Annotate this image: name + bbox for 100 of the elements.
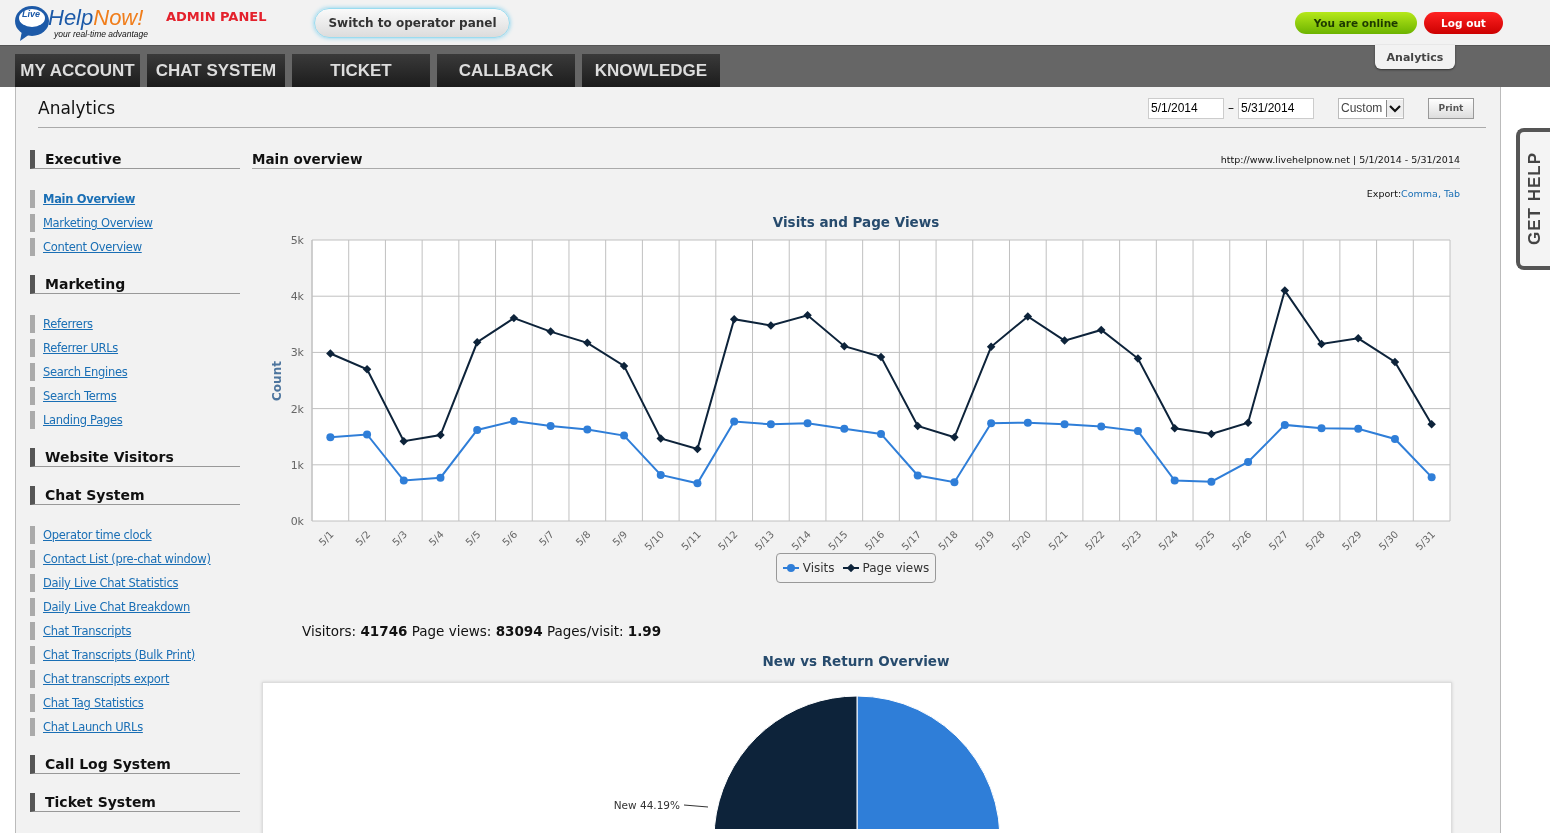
y-tick-label: 5k (290, 234, 304, 247)
logo-bubble-text: Live (22, 9, 40, 19)
data-point (986, 342, 996, 351)
slice-label: New 44.19% (613, 799, 680, 811)
logo-text: Now! (93, 6, 144, 29)
data-point (1317, 424, 1326, 433)
data-point (729, 315, 739, 324)
nav-tab[interactable]: KNOWLEDGE (582, 54, 720, 87)
sidebar-link[interactable]: Chat transcripts export (30, 670, 240, 688)
sidebar-link[interactable]: Daily Live Chat Statistics (30, 574, 240, 592)
data-point (766, 420, 775, 429)
date-from-field[interactable]: 5/1/2014 (1148, 97, 1224, 119)
x-tick-label: 5/8 (573, 528, 593, 548)
data-point (803, 311, 812, 320)
get-help-tab[interactable]: GET HELP (1516, 128, 1550, 270)
section-heading: Call Log System (30, 755, 240, 774)
data-point (1427, 420, 1436, 429)
logo-tagline: your real-time advantage (54, 28, 149, 39)
y-axis-title: Count (270, 361, 284, 401)
section-heading: Chat System (30, 486, 240, 505)
data-point (1170, 424, 1179, 433)
data-point (1170, 476, 1179, 485)
sidebar-link[interactable]: Chat Tag Statistics (30, 694, 240, 712)
data-point (840, 424, 849, 433)
data-point (877, 429, 885, 438)
x-tick-label: 5/9 (610, 528, 630, 548)
data-point (656, 434, 665, 443)
sidebar-link[interactable]: Referrer URLs (30, 339, 240, 357)
data-point (620, 431, 629, 440)
sidebar-link[interactable]: Operator time clock (30, 526, 240, 544)
date-to-field[interactable]: 5/31/2014 (1238, 97, 1314, 119)
data-point (436, 430, 445, 440)
nav-tab[interactable]: CHAT SYSTEM (147, 54, 285, 87)
y-tick-label: 3k (290, 346, 304, 360)
data-point (473, 425, 482, 434)
x-tick-label: 5/6 (500, 528, 520, 548)
sidebar-link[interactable]: Chat Transcripts (Bulk Print) (30, 646, 240, 664)
data-point (1023, 418, 1032, 427)
data-point (840, 342, 849, 351)
data-point (583, 425, 592, 434)
export-separator: , (1437, 188, 1441, 200)
sidebar-link[interactable]: Marketing Overview (30, 214, 240, 232)
data-point (326, 433, 335, 442)
data-point (509, 416, 518, 425)
export-link[interactable]: Comma (1401, 188, 1438, 200)
logout-button[interactable]: Log out (1424, 11, 1503, 34)
data-point (1280, 286, 1290, 295)
data-point (1427, 473, 1436, 482)
data-point (436, 473, 445, 482)
data-point (766, 321, 776, 330)
range-select[interactable]: Custom (1338, 97, 1404, 119)
print-button[interactable]: Print (1428, 97, 1474, 119)
sidebar-link[interactable]: Search Terms (30, 387, 240, 405)
data-point (1133, 427, 1142, 436)
export-label: Export: (1366, 188, 1402, 200)
sidebar-link[interactable]: Daily Live Chat Breakdown (30, 598, 240, 616)
nav-tab[interactable]: TICKET (292, 54, 430, 87)
sidebar-link[interactable]: Chat Transcripts (30, 622, 240, 640)
date-separator: – (1228, 101, 1234, 115)
panel-label: ADMIN PANEL (166, 9, 267, 24)
x-tick-label: 5/5 (463, 528, 483, 548)
data-point (950, 433, 959, 442)
section-heading: Executive (30, 150, 240, 169)
sidebar-link[interactable]: Chat Launch URLs (30, 718, 240, 736)
data-point (362, 365, 372, 374)
legend-marker-icon (782, 564, 799, 572)
x-tick-label: 5/7 (536, 528, 557, 548)
sidebar-link[interactable]: Referrers (30, 315, 240, 333)
subnav-tab[interactable]: Analytics (1375, 45, 1455, 69)
nav-tab[interactable]: CALLBACK (437, 54, 575, 87)
sidebar-link[interactable]: Contact List (pre-chat window) (30, 550, 240, 568)
section-heading: Ticket System (30, 793, 240, 812)
data-point (619, 361, 629, 371)
data-point (363, 430, 372, 439)
x-tick-label: 5/4 (426, 528, 446, 548)
data-point (1280, 420, 1289, 429)
sidebar-link[interactable]: Landing Pages (30, 411, 240, 429)
data-point (546, 422, 555, 430)
section-heading: Website Visitors (30, 448, 240, 467)
chart-title: New vs Return Overview (761, 653, 951, 670)
sidebar-link[interactable]: Main Overview (30, 190, 240, 208)
data-point (1390, 357, 1400, 367)
online-status-button[interactable]: You are online (1295, 11, 1417, 34)
summary-stats: Visitors: 41746 Page views: 83094 Pages/visit: 1.99 (302, 623, 663, 641)
x-tick-label: 5/1 (316, 528, 336, 548)
data-point (803, 419, 812, 428)
page-title: Analytics (38, 98, 116, 118)
y-tick-label: 0k (290, 515, 304, 528)
data-point (399, 476, 408, 485)
export-link[interactable]: Tab (1443, 188, 1460, 200)
data-point (950, 478, 959, 487)
data-point (509, 313, 519, 323)
nav-tab[interactable]: MY ACCOUNT (15, 54, 140, 87)
logo-text: Help (48, 6, 94, 29)
sidebar-link[interactable]: Content Overview (30, 238, 240, 256)
data-point (1244, 458, 1253, 466)
data-point (583, 338, 592, 348)
data-point (1060, 336, 1069, 345)
switch-panel-button[interactable]: Switch to operator panel (314, 7, 511, 38)
sidebar-link[interactable]: Search Engines (30, 363, 240, 381)
